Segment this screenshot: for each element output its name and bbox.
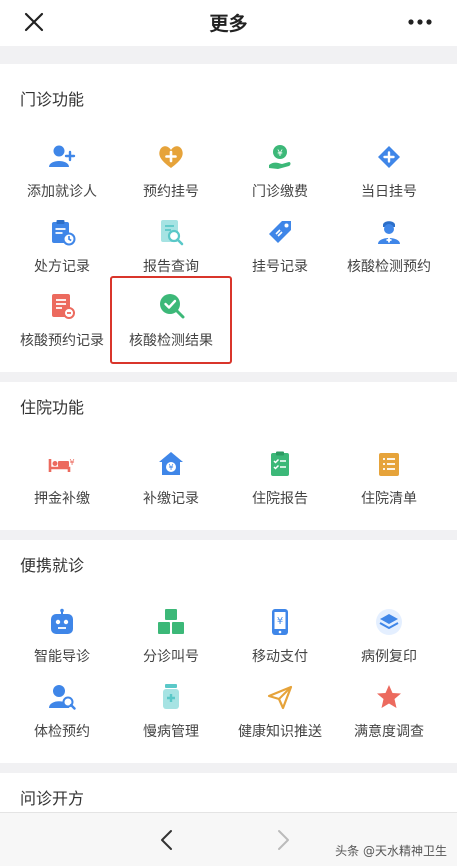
star-icon [377, 685, 401, 708]
grid-item-label: 核酸检测预约 [347, 259, 431, 275]
grid-item-health-push[interactable]: 健康知识推送 [223, 683, 337, 753]
grid-item-nucleic-appointment[interactable]: 核酸检测预约 [332, 218, 446, 288]
grid-item-same-day[interactable]: 当日挂号 [332, 143, 446, 213]
grid-item-case-copy[interactable]: 病例复印 [332, 608, 446, 678]
grid-item-appointment-record[interactable]: 挂号记录 [223, 218, 337, 288]
grid-item-nucleic-record[interactable]: 核酸预约记录 [5, 292, 119, 362]
grid-item-prescription[interactable]: 处方记录 [5, 218, 119, 288]
grid-item-label: 住院清单 [361, 491, 417, 507]
grid-item-label: 补缴记录 [143, 491, 199, 507]
grid-item-label: 当日挂号 [361, 184, 417, 200]
grid-item-triage-call[interactable]: 分诊叫号 [114, 608, 228, 678]
watermark: 头条 @天水精神卫生 [335, 844, 447, 858]
grid-item-smart-guide[interactable]: 智能导诊 [5, 608, 119, 678]
header-separator [0, 46, 457, 64]
list-doc-icon [379, 453, 399, 476]
grid-item-label: 病例复印 [361, 649, 417, 665]
grid-item-label: 健康知识推送 [238, 724, 322, 740]
grid-item-label: 移动支付 [252, 649, 308, 665]
checklist-icon [271, 451, 289, 476]
report-search-icon [161, 220, 184, 246]
section-title-consult: 问诊开方 [20, 789, 85, 808]
grid-item-mobile-pay[interactable]: ¥ 移动支付 [223, 608, 337, 678]
top-bar: 更多 [0, 0, 457, 46]
grid-item-label: 分诊叫号 [143, 649, 199, 665]
section-divider [0, 372, 457, 382]
section-divider [0, 763, 457, 773]
grid-item-inpatient-report[interactable]: 住院报告 [223, 450, 337, 520]
doctor-icon [378, 221, 400, 244]
svg-text:¥: ¥ [168, 463, 173, 472]
layers-icon [376, 609, 402, 635]
grid-item-label: 预约挂号 [143, 184, 199, 200]
svg-text:¥: ¥ [277, 149, 283, 159]
grid-item-label: 核酸预约记录 [20, 333, 104, 349]
page-title: 更多 [209, 13, 248, 35]
blocks-icon [158, 609, 184, 634]
section-title-outpatient: 门诊功能 [20, 90, 85, 109]
house-money-icon: ¥ [159, 452, 183, 475]
person-search-icon [49, 685, 76, 710]
grid-item-label: 挂号记录 [252, 259, 308, 275]
section-divider [0, 530, 457, 540]
section-title-convenience: 便携就诊 [20, 556, 85, 575]
svg-text:¥: ¥ [277, 616, 283, 627]
grid-item-label: 智能导诊 [34, 649, 90, 665]
more-dots-icon[interactable] [407, 14, 433, 30]
robot-icon [51, 608, 73, 634]
grid-item-supplement-record[interactable]: ¥ 补缴记录 [114, 450, 228, 520]
tag-icon [269, 221, 291, 243]
highlight-box [110, 276, 232, 364]
bed-money-icon: ¥ [48, 458, 75, 472]
grid-item-label: 体检预约 [34, 724, 90, 740]
grid-item-label: 住院报告 [252, 491, 308, 507]
grid-item-inpatient-list[interactable]: 住院清单 [332, 450, 446, 520]
grid-item-label: 门诊缴费 [252, 184, 308, 200]
grid-item-satisfaction-survey[interactable]: 满意度调查 [332, 683, 446, 753]
payment-hand-icon: ¥ [269, 145, 291, 169]
heart-plus-icon [159, 146, 183, 168]
medicine-bottle-icon [163, 684, 179, 709]
grid-item-outpatient-payment[interactable]: ¥ 门诊缴费 [223, 143, 337, 213]
grid-item-chronic-management[interactable]: 慢病管理 [114, 683, 228, 753]
record-doc-icon [52, 294, 75, 319]
add-user-icon [49, 145, 76, 167]
grid-item-deposit[interactable]: ¥ 押金补缴 [5, 450, 119, 520]
grid-item-label: 慢病管理 [143, 724, 199, 740]
diamond-plus-icon [378, 146, 400, 168]
grid-item-label: 满意度调查 [354, 724, 424, 740]
grid-item-appointment[interactable]: 预约挂号 [114, 143, 228, 213]
grid-item-label: 押金补缴 [34, 491, 90, 507]
chevron-left-icon[interactable] [158, 829, 176, 851]
grid-item-label: 处方记录 [34, 259, 90, 275]
grid-item-checkup-appointment[interactable]: 体检预约 [5, 683, 119, 753]
grid-item-label: 报告查询 [143, 259, 199, 275]
phone-yen-icon: ¥ [272, 609, 288, 635]
grid-item-label: 添加就诊人 [27, 184, 97, 200]
paper-plane-icon [267, 685, 293, 710]
chevron-right-icon[interactable] [274, 829, 292, 851]
grid-item-add-patient[interactable]: 添加就诊人 [5, 143, 119, 213]
svg-text:¥: ¥ [69, 458, 74, 467]
section-title-inpatient: 住院功能 [20, 398, 85, 417]
clipboard-clock-icon [52, 220, 76, 246]
